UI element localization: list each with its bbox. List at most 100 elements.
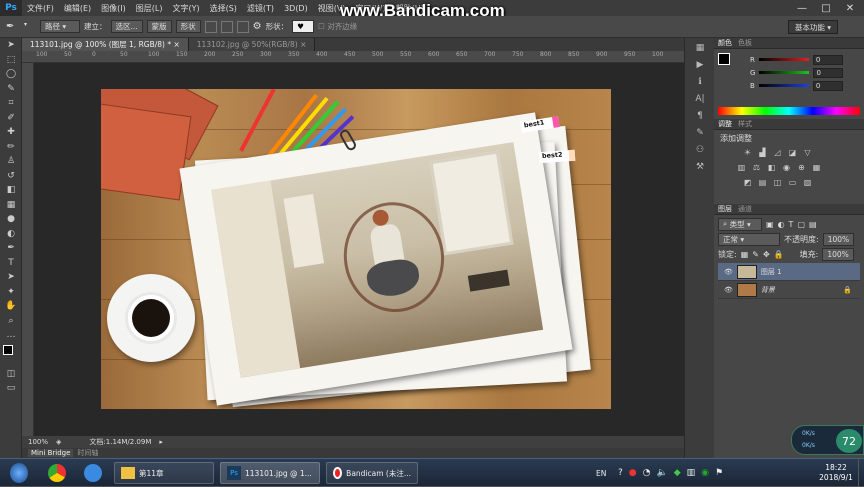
filter-pixel-icon[interactable]: ▣ — [766, 220, 774, 229]
crop-tool-icon[interactable]: ⌗ — [0, 96, 22, 111]
blue-value[interactable]: 0 — [812, 80, 843, 91]
layer-row-layer1[interactable]: 👁 图层 1 — [718, 263, 860, 281]
align-edges-checkbox[interactable]: ☐ 对齐边缘 — [318, 21, 357, 32]
tab-mini-bridge[interactable]: Mini Bridge — [28, 449, 74, 457]
threshold-icon[interactable]: ◫ — [772, 178, 783, 187]
pen-tool-icon[interactable]: ✒ — [6, 21, 20, 32]
quick-select-tool-icon[interactable]: ✎ — [0, 82, 22, 97]
layer-filter-select[interactable]: ⌕ 类型 ▾ — [718, 217, 762, 231]
properties-panel-icon[interactable]: ℹ — [689, 75, 711, 89]
lock-position-icon[interactable]: ✥ — [763, 250, 770, 259]
tab-color[interactable]: 颜色 — [718, 38, 732, 48]
path-mode-select[interactable]: 路径 ▾ — [40, 20, 80, 33]
opacity-input[interactable]: 100% — [822, 232, 855, 246]
lasso-tool-icon[interactable]: ◯ — [0, 67, 22, 82]
taskbar-photoshop[interactable]: Ps 113101.jpg @ 1... — [220, 462, 320, 484]
menu-3d[interactable]: 3D(D) — [279, 4, 313, 13]
record-tray-icon[interactable]: ● — [629, 468, 637, 478]
brush-tool-icon[interactable]: ✏ — [0, 140, 22, 155]
more-tools-icon[interactable]: … — [0, 328, 22, 343]
flag-icon[interactable]: ⚑ — [715, 468, 723, 478]
shape-tool-icon[interactable]: ✦ — [0, 285, 22, 300]
clone-source-panel-icon[interactable]: ⚇ — [689, 143, 711, 157]
brightness-icon[interactable]: ☀ — [742, 148, 753, 157]
selective-color-icon[interactable]: ▨ — [802, 178, 813, 187]
ie-taskbar-icon[interactable] — [78, 462, 108, 484]
chrome-taskbar-icon[interactable] — [42, 462, 72, 484]
dodge-tool-icon[interactable]: ◐ — [0, 227, 22, 242]
shape-picker[interactable]: ♥ — [292, 20, 315, 33]
minimize-button[interactable]: — — [790, 0, 814, 16]
security-icon[interactable]: ◉ — [701, 468, 709, 478]
channel-mixer-icon[interactable]: ⊕ — [796, 163, 807, 172]
tab-swatches[interactable]: 色板 — [738, 38, 752, 48]
blend-mode-select[interactable]: 正常 ▾ — [718, 232, 780, 246]
tab-timeline[interactable]: 时间轴 — [77, 448, 98, 458]
tab-adjustments[interactable]: 调整 — [718, 119, 732, 129]
posterize-icon[interactable]: ▤ — [757, 178, 768, 187]
network-icon[interactable]: ▥ — [687, 468, 696, 478]
color-lookup-icon[interactable]: ▦ — [811, 163, 822, 172]
clock[interactable]: 18:22 2018/9/1 — [815, 463, 857, 483]
color-swatches-icon[interactable] — [0, 343, 22, 367]
lock-transparent-icon[interactable]: ▦ — [741, 250, 749, 259]
healing-brush-tool-icon[interactable]: ✚ — [0, 125, 22, 140]
filter-shape-icon[interactable]: ▢ — [797, 220, 805, 229]
export-icon[interactable]: ◈ — [56, 438, 61, 446]
history-panel-icon[interactable]: ▦ — [689, 41, 711, 55]
wifi-icon[interactable]: ◔ — [643, 468, 651, 478]
lock-all-icon[interactable]: 🔒 — [774, 250, 784, 259]
exposure-icon[interactable]: ◪ — [787, 148, 798, 157]
vertical-ruler[interactable] — [22, 63, 34, 436]
close-icon[interactable]: × — [173, 40, 179, 49]
status-menu-arrow-icon[interactable]: ▸ — [159, 438, 163, 446]
eye-icon[interactable]: 👁 — [724, 286, 733, 294]
tab-styles[interactable]: 样式 — [738, 119, 752, 129]
menu-image[interactable]: 图像(I) — [96, 3, 131, 14]
tab-113101[interactable]: 113101.jpg @ 100% (图层 1, RGB/8) * × — [22, 38, 189, 51]
close-window-button[interactable]: ✕ — [838, 0, 862, 16]
eye-icon[interactable]: 👁 — [724, 268, 733, 276]
vibrance-icon[interactable]: ▽ — [802, 148, 813, 157]
hue-saturation-icon[interactable]: ▥ — [736, 163, 747, 172]
tool-presets-panel-icon[interactable]: ⚒ — [689, 160, 711, 174]
path-operations-icon[interactable] — [204, 20, 217, 33]
lock-pixels-icon[interactable]: ✎ — [752, 250, 759, 259]
help-icon[interactable]: ? — [618, 468, 623, 478]
path-arrangement-icon[interactable] — [236, 20, 249, 33]
clone-stamp-tool-icon[interactable]: ♙ — [0, 154, 22, 169]
tool-preset-dropdown-icon[interactable]: ▾ — [24, 21, 36, 33]
zoom-level[interactable]: 100% — [28, 438, 48, 446]
actions-panel-icon[interactable]: ▶ — [689, 58, 711, 72]
menu-file[interactable]: 文件(F) — [22, 3, 59, 14]
green-slider[interactable] — [759, 71, 810, 74]
hand-tool-icon[interactable]: ✋ — [0, 299, 22, 314]
color-slider-r[interactable]: R0 — [714, 53, 864, 66]
taskbar-bandicam[interactable]: Bandicam (未注... — [326, 462, 418, 484]
horizontal-ruler[interactable]: 100 50 0 50 100 150 200 250 300 350 400 450 500 550 60… — [22, 51, 684, 63]
black-white-icon[interactable]: ◧ — [766, 163, 777, 172]
paragraph-panel-icon[interactable]: ¶ — [689, 109, 711, 123]
color-spectrum-bar[interactable] — [718, 107, 860, 115]
blue-slider[interactable] — [758, 84, 809, 87]
character-panel-icon[interactable]: A| — [689, 92, 711, 106]
tab-layers[interactable]: 图层 — [718, 204, 732, 214]
foreground-color-swatch[interactable] — [3, 344, 13, 355]
marquee-tool-icon[interactable]: ⬚ — [0, 53, 22, 68]
workspace-switcher[interactable]: 基本功能 ▾ — [787, 20, 838, 34]
path-alignment-icon[interactable] — [220, 20, 233, 33]
type-tool-icon[interactable]: T — [0, 256, 22, 271]
color-balance-icon[interactable]: ⚖ — [751, 163, 762, 172]
selection-button[interactable]: 选区... — [110, 20, 143, 33]
tab-113102[interactable]: 113102.jpg @ 50%(RGB/8) × — [188, 38, 316, 51]
history-brush-tool-icon[interactable]: ↺ — [0, 169, 22, 184]
layer-row-background[interactable]: 👁 背景 🔒 — [718, 281, 860, 299]
filter-adjust-icon[interactable]: ◐ — [778, 220, 785, 229]
pen-tool-icon[interactable]: ✒ — [0, 241, 22, 256]
brush-panel-icon[interactable]: ✎ — [689, 126, 711, 140]
photo-filter-icon[interactable]: ◉ — [781, 163, 792, 172]
gradient-map-icon[interactable]: ▭ — [787, 178, 798, 187]
maximize-button[interactable]: □ — [814, 0, 838, 16]
path-select-tool-icon[interactable]: ➤ — [0, 270, 22, 285]
zoom-tool-icon[interactable]: ⌕ — [0, 314, 22, 329]
